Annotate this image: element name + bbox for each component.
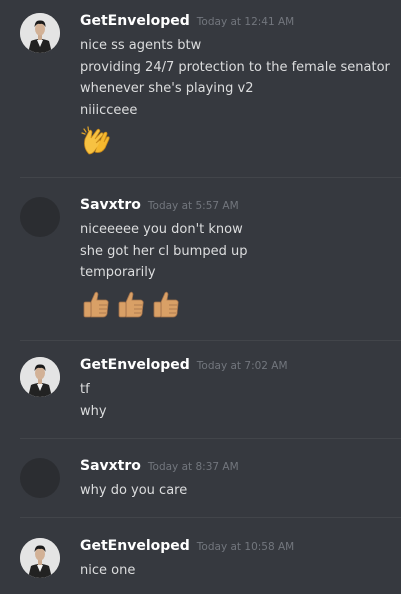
- message-content: nice one: [80, 560, 395, 582]
- message-header: GetEnveloped Today at 10:58 AM: [80, 538, 294, 558]
- timestamp: Today at 7:02 AM: [196, 360, 288, 372]
- username[interactable]: GetEnveloped: [80, 13, 190, 29]
- message-content: why do you care: [80, 480, 395, 502]
- message-line: temporarily: [80, 265, 156, 280]
- message-line: niceeeee you don't know: [80, 222, 243, 237]
- message-header: Savxtro Today at 5:57 AM: [80, 197, 239, 217]
- divider: [20, 177, 401, 178]
- thumbs-up-icon[interactable]: [150, 288, 182, 320]
- username[interactable]: Savxtro: [80, 458, 141, 474]
- timestamp: Today at 12:41 AM: [196, 16, 295, 28]
- avatar-getenveloped[interactable]: [20, 538, 60, 578]
- message-header: Savxtro Today at 8:37 AM: [80, 458, 239, 478]
- avatar-image: [20, 357, 60, 397]
- message-line: she got her cl bumped up: [80, 243, 248, 259]
- avatar-savxtro[interactable]: [20, 458, 60, 498]
- avatar-image: [20, 13, 60, 53]
- clapping-hands-icon[interactable]: [80, 125, 112, 157]
- timestamp: Today at 5:57 AM: [147, 200, 239, 212]
- message-content: niceeeee you don't know she got her cl b…: [80, 219, 395, 320]
- divider: [20, 438, 401, 439]
- timestamp: Today at 10:58 AM: [196, 541, 295, 553]
- message-line: niiicceee: [80, 102, 138, 118]
- chat-messages: GetEnveloped Today at 12:41 AM nice ss a…: [0, 0, 401, 594]
- username[interactable]: GetEnveloped: [80, 538, 190, 554]
- thumbs-up-icon[interactable]: [80, 288, 112, 320]
- message-line: nice one: [80, 563, 136, 578]
- message-line: whenever she's playing v2: [80, 81, 254, 96]
- thumbs-up-icon[interactable]: [115, 288, 147, 320]
- message-content: tf why: [80, 379, 395, 422]
- avatar-image: [20, 538, 60, 578]
- message-line: why do you care: [80, 483, 188, 498]
- username[interactable]: GetEnveloped: [80, 357, 190, 373]
- message-line: tf: [80, 382, 90, 397]
- divider: [20, 517, 401, 518]
- message-header: GetEnveloped Today at 7:02 AM: [80, 357, 288, 377]
- divider: [20, 340, 401, 341]
- timestamp: Today at 8:37 AM: [147, 461, 239, 473]
- avatar-getenveloped[interactable]: [20, 357, 60, 397]
- message-line: providing 24/7 protection to the female …: [80, 59, 390, 75]
- emoji-row: [80, 288, 395, 320]
- avatar-savxtro[interactable]: [20, 197, 60, 237]
- message-header: GetEnveloped Today at 12:41 AM: [80, 13, 294, 33]
- message-line: why: [80, 403, 107, 419]
- message-content: nice ss agents btw providing 24/7 protec…: [80, 35, 395, 157]
- emoji-row: [80, 125, 395, 157]
- avatar-getenveloped[interactable]: [20, 13, 60, 53]
- username[interactable]: Savxtro: [80, 197, 141, 213]
- message-line: nice ss agents btw: [80, 38, 202, 53]
